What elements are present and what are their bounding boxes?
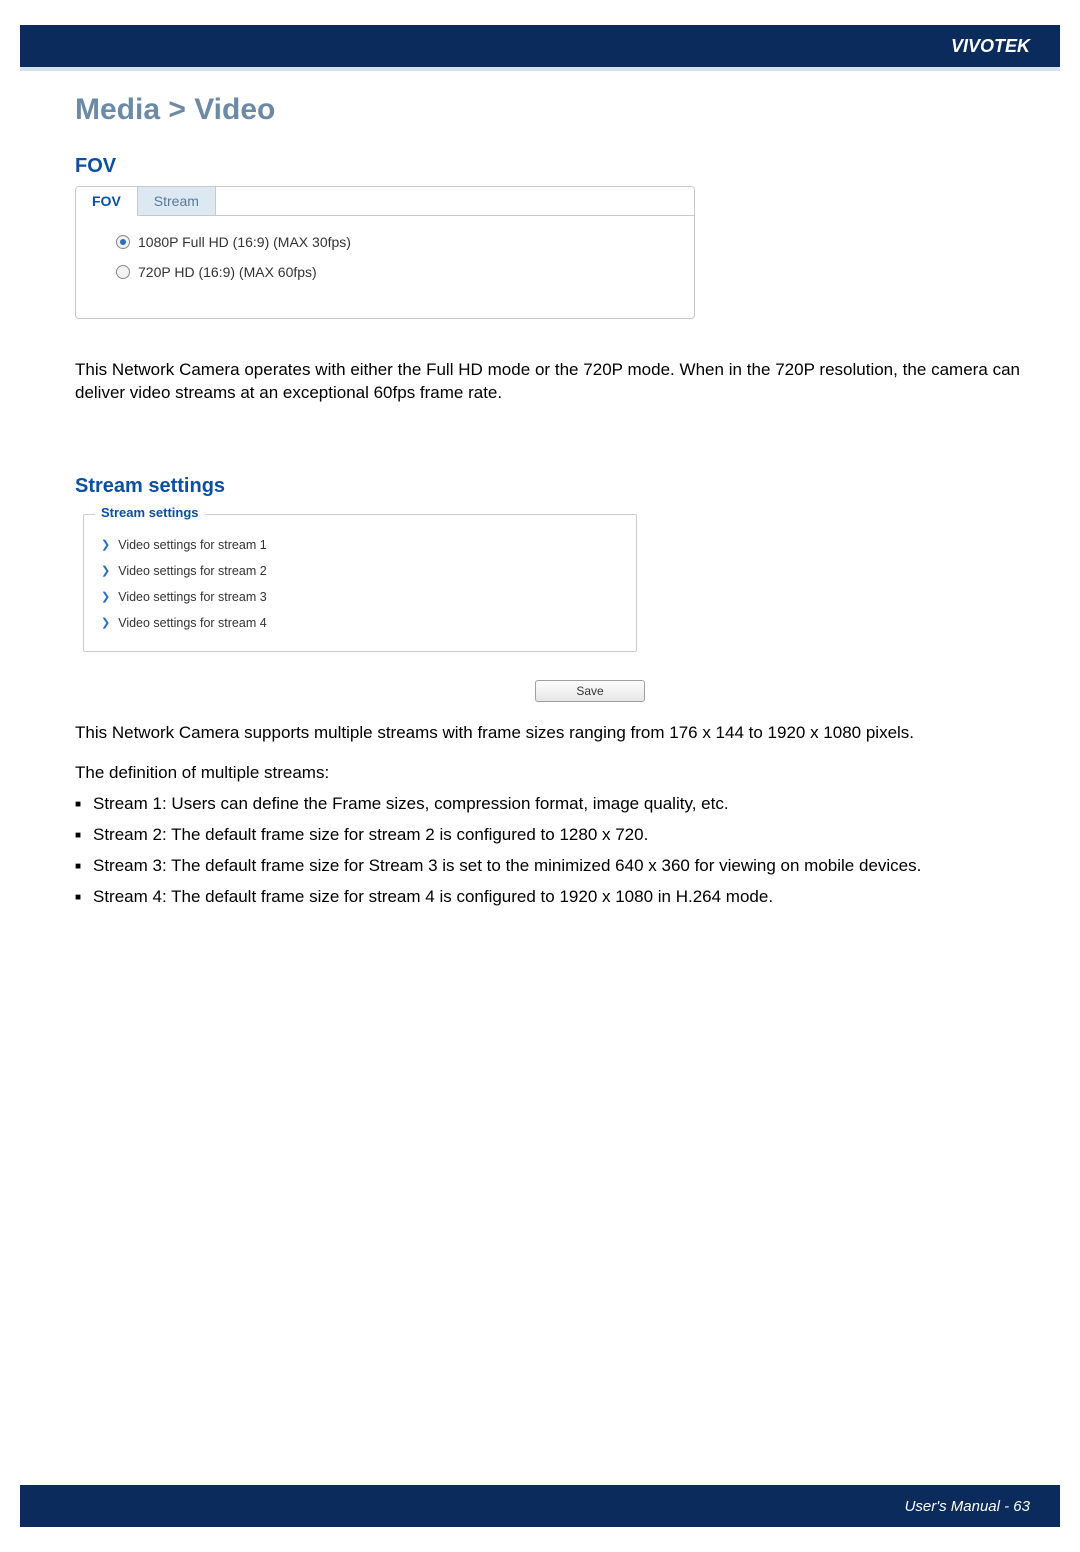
save-button[interactable]: Save [535,680,645,702]
chevron-right-icon: ❯ [101,564,110,577]
chevron-right-icon: ❯ [101,538,110,551]
save-row: Save [75,680,645,702]
fov-heading: FOV [75,155,1020,178]
stream-settings-legend: Stream settings [95,505,205,520]
stream-definition-heading: The definition of multiple streams: [75,763,1020,783]
fov-options: 1080P Full HD (16:9) (MAX 30fps) 720P HD… [76,216,694,318]
stream-items: ❯ Video settings for stream 1 ❯ Video se… [91,524,629,640]
chevron-right-icon: ❯ [101,590,110,603]
tabs-row: FOV Stream [76,187,694,216]
chevron-right-icon: ❯ [101,616,110,629]
tab-filler [216,187,694,216]
stream-item-1[interactable]: ❯ Video settings for stream 1 [101,532,623,558]
fov-option-720p[interactable]: 720P HD (16:9) (MAX 60fps) [116,264,654,280]
list-item: Stream 2: The default frame size for str… [75,824,1020,847]
stream-definition-list: Stream 1: Users can define the Frame siz… [75,793,1020,909]
stream-item-4[interactable]: ❯ Video settings for stream 4 [101,610,623,636]
tab-stream[interactable]: Stream [138,187,216,216]
brand-label: VIVOTEK [951,36,1030,57]
list-item: Stream 3: The default frame size for Str… [75,855,1020,878]
radio-icon [116,235,130,249]
fov-option-720p-label: 720P HD (16:9) (MAX 60fps) [138,264,317,280]
fov-description: This Network Camera operates with either… [75,359,1020,405]
stream-item-label: Video settings for stream 1 [118,538,266,552]
stream-settings-panel: Stream settings ❯ Video settings for str… [75,506,645,660]
stream-settings-heading: Stream settings [75,475,1020,498]
list-item: Stream 4: The default frame size for str… [75,886,1020,909]
footer-page-label: User's Manual - 63 [905,1498,1030,1515]
stream-item-label: Video settings for stream 4 [118,616,266,630]
stream-item-3[interactable]: ❯ Video settings for stream 3 [101,584,623,610]
tab-fov[interactable]: FOV [76,187,138,216]
stream-description: This Network Camera supports multiple st… [75,722,1020,745]
fov-option-1080p[interactable]: 1080P Full HD (16:9) (MAX 30fps) [116,234,654,250]
radio-icon [116,265,130,279]
list-item: Stream 1: Users can define the Frame siz… [75,793,1020,816]
page-title: Media > Video [75,93,1020,127]
fov-option-1080p-label: 1080P Full HD (16:9) (MAX 30fps) [138,234,351,250]
fov-panel: FOV Stream 1080P Full HD (16:9) (MAX 30f… [75,186,695,319]
stream-item-label: Video settings for stream 2 [118,564,266,578]
header-bar: VIVOTEK [20,25,1060,67]
stream-item-label: Video settings for stream 3 [118,590,266,604]
footer-bar: User's Manual - 63 [20,1485,1060,1527]
page-content: Media > Video FOV FOV Stream 1080P Full … [0,71,1080,909]
stream-item-2[interactable]: ❯ Video settings for stream 2 [101,558,623,584]
